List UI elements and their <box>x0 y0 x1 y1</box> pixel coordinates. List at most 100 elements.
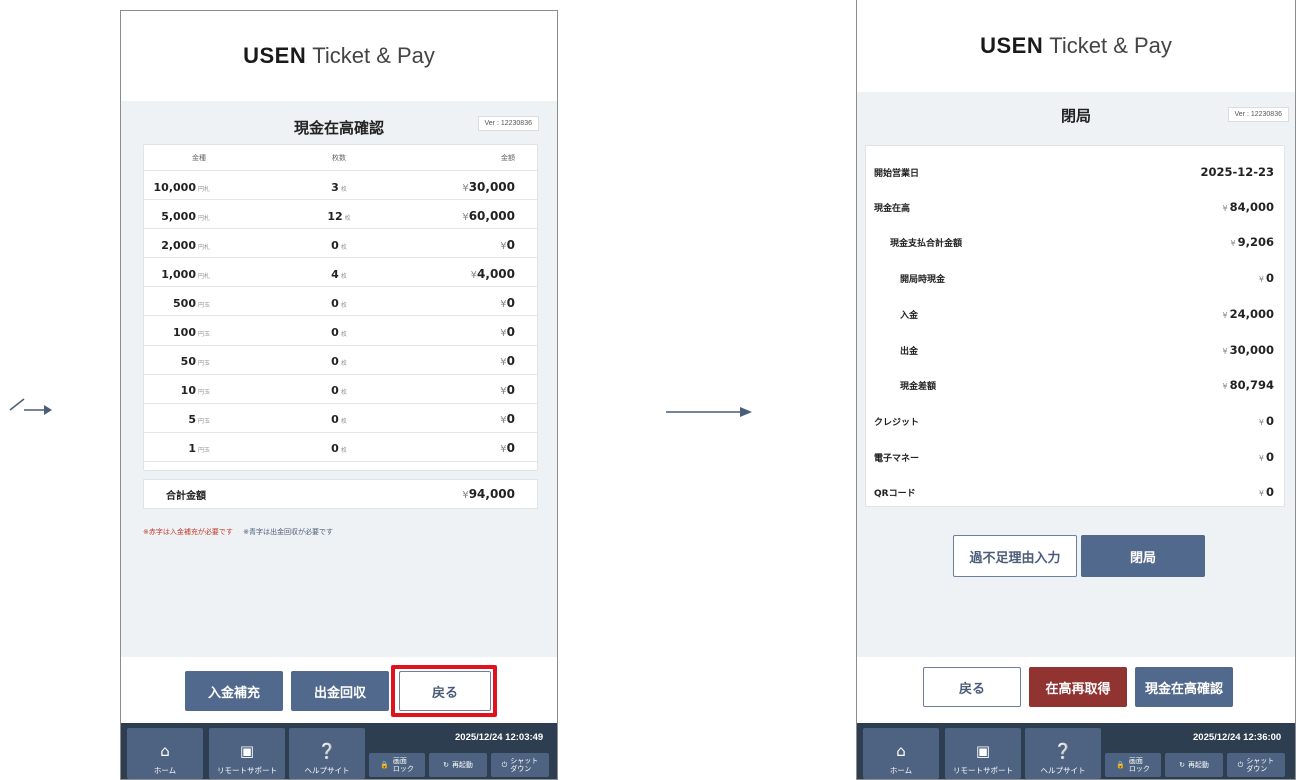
denomination: 50 円玉 <box>180 355 210 369</box>
home-button[interactable]: ⌂ ホーム <box>127 728 203 779</box>
table-row: 10,000 円札 3 枚 ¥30,000 <box>144 171 537 201</box>
datetime: 2025/12/24 12:36:00 <box>1193 732 1282 743</box>
help-icon: ❔ <box>317 742 337 760</box>
amount: ¥4,000 <box>470 266 515 281</box>
table-row: 1 円玉 0 枚 ¥0 <box>144 433 537 462</box>
composite-screenshot: USEN Ticket & Pay 現金在高確認 Ver : 12230836 … <box>0 0 1296 780</box>
count: 0枚 <box>331 413 347 427</box>
deposit-button[interactable]: 入金補充 <box>185 671 283 711</box>
total-label: 合計金額 <box>166 490 206 502</box>
home-button[interactable]: ⌂ ホーム <box>863 728 939 779</box>
table-row: 1,000 円札 4 枚 ¥4,000 <box>144 258 537 288</box>
note-blue: ※青字は出金回収が必要です <box>243 528 333 536</box>
brand-logo-bold: USEN <box>243 43 307 68</box>
help-site-button[interactable]: ❔ ヘルプサイト <box>1025 728 1101 779</box>
version-badge: Ver : 12230836 <box>477 116 539 131</box>
summary-value: ¥9,206 <box>1230 235 1274 249</box>
amount: ¥0 <box>500 325 515 340</box>
table-row: 2,000 円札 0 枚 ¥0 <box>144 229 537 259</box>
amount: ¥0 <box>500 383 515 398</box>
summary-value: ¥30,000 <box>1222 343 1274 357</box>
close-button[interactable]: 閉局 <box>1081 535 1205 577</box>
brand-header: USEN Ticket & Pay <box>857 0 1295 92</box>
count: 0枚 <box>331 296 347 310</box>
summary-row: 入金 ¥24,000 <box>866 296 1284 332</box>
table-row: 5 円玉 0 枚 ¥0 <box>144 404 537 433</box>
remote-support-icon: ▣ <box>975 742 991 760</box>
summary-label: クレジット <box>874 417 920 428</box>
screen-lock-button[interactable]: 🔒 画面 ロック <box>369 753 425 777</box>
count: 0枚 <box>331 355 347 369</box>
home-icon: ⌂ <box>896 742 906 760</box>
reason-input-button[interactable]: 過不足理由入力 <box>953 535 1077 577</box>
denomination: 5 円玉 <box>188 413 210 427</box>
denomination: 500 円玉 <box>173 296 210 310</box>
summary-value: ¥84,000 <box>1222 200 1274 214</box>
summary-value: ¥0 <box>1258 414 1274 428</box>
denomination: 1 円玉 <box>188 442 210 456</box>
amount: ¥0 <box>500 441 515 456</box>
denomination: 1,000 円札 <box>161 267 210 281</box>
summary-value: ¥0 <box>1258 450 1274 464</box>
summary-label: QRコード <box>874 488 916 499</box>
brand-logo-text: Ticket & Pay <box>312 43 435 68</box>
summary-row: 出金 ¥30,000 <box>866 332 1284 368</box>
brand-header: USEN Ticket & Pay <box>121 11 557 101</box>
brand-logo-bold: USEN <box>980 32 1044 58</box>
restart-icon: ↻ <box>443 761 449 769</box>
denomination: 10 円玉 <box>180 384 210 398</box>
summary-value: ¥0 <box>1258 271 1274 285</box>
back-button[interactable]: 戻る <box>923 667 1021 707</box>
remote-support-button[interactable]: ▣ リモートサポート <box>945 728 1021 779</box>
summary-label: 開始営業日 <box>874 168 920 179</box>
action-bar: 入金補充 出金回収 戻る <box>121 657 557 725</box>
total-value: ¥94,000 <box>462 487 515 501</box>
summary-label: 現金差額 <box>900 381 937 392</box>
count: 4枚 <box>331 267 347 281</box>
brand-logo-text: Ticket & Pay <box>1049 32 1172 58</box>
closing-summary: 開始営業日 2025-12-23 現金在高 ¥84,000 現金支払合計金額 ¥9,206… <box>865 145 1285 507</box>
power-icon: ⏻ <box>501 760 508 769</box>
summary-row: 開局時現金 ¥0 <box>866 260 1284 296</box>
shutdown-button[interactable]: ⏻ シャット ダウン <box>1227 753 1285 777</box>
denomination: 10,000 円札 <box>153 180 210 194</box>
count: 12 枚 <box>327 209 351 223</box>
right-arrow-icon <box>664 405 754 419</box>
taskbar: ⌂ ホーム ▣ リモートサポート ❔ ヘルプサイト 2025/12/24 12:… <box>857 723 1295 779</box>
help-site-button[interactable]: ❔ ヘルプサイト <box>289 728 365 779</box>
denomination: 100 円玉 <box>173 326 210 340</box>
notes: ※赤字は入金補充が必要です ※青字は出金回収が必要です <box>143 527 333 537</box>
remote-support-button[interactable]: ▣ リモートサポート <box>209 728 285 779</box>
withdraw-button[interactable]: 出金回収 <box>291 671 389 711</box>
cash-check-button[interactable]: 現金在高確認 <box>1135 667 1233 707</box>
table-row: 5,000 円札 12 枚 ¥60,000 <box>144 200 537 230</box>
restart-button[interactable]: ↻ 再起動 <box>1165 753 1223 777</box>
count: 0枚 <box>331 238 347 252</box>
shutdown-button[interactable]: ⏻ シャット ダウン <box>491 753 549 777</box>
denomination: 5,000 円札 <box>161 209 210 223</box>
lock-icon: 🔒 <box>1116 761 1125 769</box>
table-header: 金種 枚数 金額 <box>144 145 537 171</box>
restart-button[interactable]: ↻ 再起動 <box>429 753 487 777</box>
summary-row: クレジット ¥0 <box>866 403 1284 439</box>
reacquire-button[interactable]: 在高再取得 <box>1029 667 1127 707</box>
summary-row: 開始営業日 2025-12-23 <box>866 154 1284 190</box>
action-bar: 戻る 在高再取得 現金在高確認 <box>857 657 1295 725</box>
amount: ¥60,000 <box>462 208 515 223</box>
count: 3枚 <box>331 180 347 194</box>
cash-check-screen: USEN Ticket & Pay 現金在高確認 Ver : 12230836 … <box>120 10 558 780</box>
count: 0枚 <box>331 326 347 340</box>
summary-label: 出金 <box>900 346 919 357</box>
lock-icon: 🔒 <box>380 761 389 769</box>
summary-label: 電子マネー <box>874 453 920 464</box>
screen-lock-button[interactable]: 🔒 画面 ロック <box>1105 753 1161 777</box>
summary-row: 現金支払合計金額 ¥9,206 <box>866 224 1284 260</box>
restart-icon: ↻ <box>1179 761 1185 769</box>
summary-row: 現金在高 ¥84,000 <box>866 189 1284 225</box>
closing-screen: USEN Ticket & Pay 閉局 Ver : 12230836 開始営業… <box>856 0 1296 780</box>
home-icon: ⌂ <box>160 742 170 760</box>
table-row: 50 円玉 0 枚 ¥0 <box>144 346 537 375</box>
summary-row: 電子マネー ¥0 <box>866 439 1284 475</box>
denomination: 2,000 円札 <box>161 238 210 252</box>
amount: ¥0 <box>500 237 515 252</box>
